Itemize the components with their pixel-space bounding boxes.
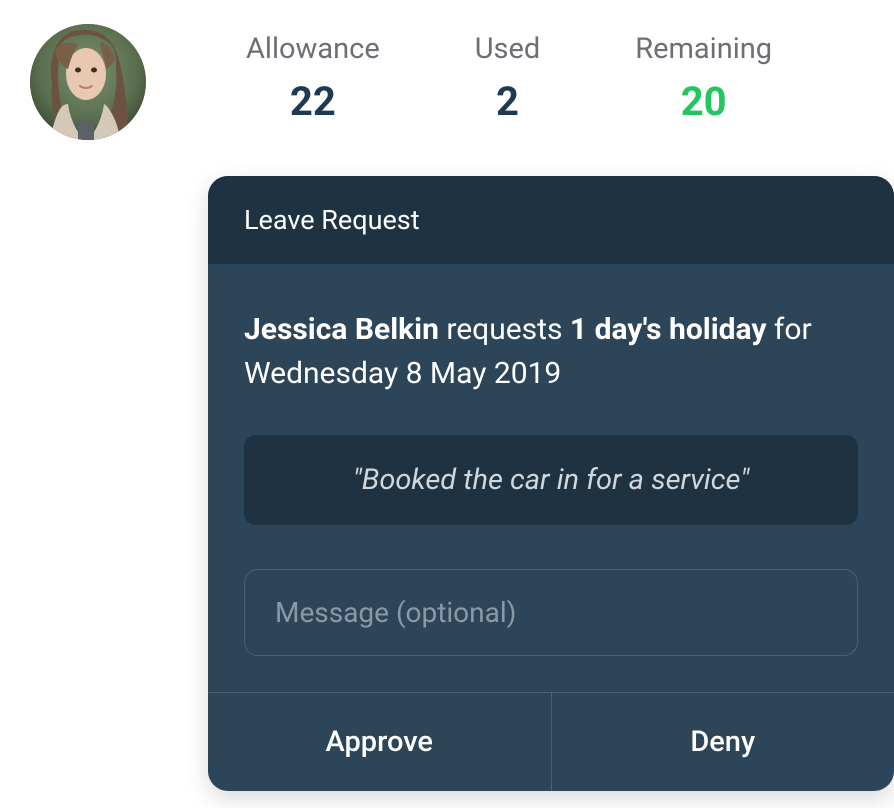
- request-duration: 1 day's holiday: [570, 312, 767, 347]
- requester-name: Jessica Belkin: [244, 312, 439, 347]
- stat-used-value: 2: [496, 78, 519, 125]
- avatar[interactable]: [30, 24, 146, 140]
- request-note-text: "Booked the car in for a service": [274, 463, 828, 497]
- stat-used: Used 2: [475, 32, 541, 125]
- stat-allowance-value: 22: [290, 78, 336, 125]
- card-header: Leave Request: [208, 176, 894, 264]
- stat-used-label: Used: [475, 32, 541, 66]
- stat-remaining-label: Remaining: [635, 32, 772, 66]
- leave-stats: Allowance 22 Used 2 Remaining 20: [246, 24, 772, 125]
- request-note: "Booked the car in for a service": [244, 435, 858, 525]
- deny-button[interactable]: Deny: [552, 693, 894, 791]
- card-title: Leave Request: [244, 204, 858, 236]
- stat-remaining: Remaining 20: [635, 32, 772, 125]
- request-summary: Jessica Belkin requests 1 day's holiday …: [244, 308, 858, 395]
- stat-allowance-label: Allowance: [246, 32, 380, 66]
- card-actions: Approve Deny: [208, 692, 894, 791]
- message-input[interactable]: [244, 569, 858, 656]
- leave-request-card: Leave Request Jessica Belkin requests 1 …: [208, 176, 894, 791]
- card-body: Jessica Belkin requests 1 day's holiday …: [208, 264, 894, 692]
- approve-button[interactable]: Approve: [208, 693, 552, 791]
- stat-allowance: Allowance 22: [246, 32, 380, 125]
- request-verb: requests: [439, 312, 570, 347]
- stat-remaining-value: 20: [681, 78, 727, 125]
